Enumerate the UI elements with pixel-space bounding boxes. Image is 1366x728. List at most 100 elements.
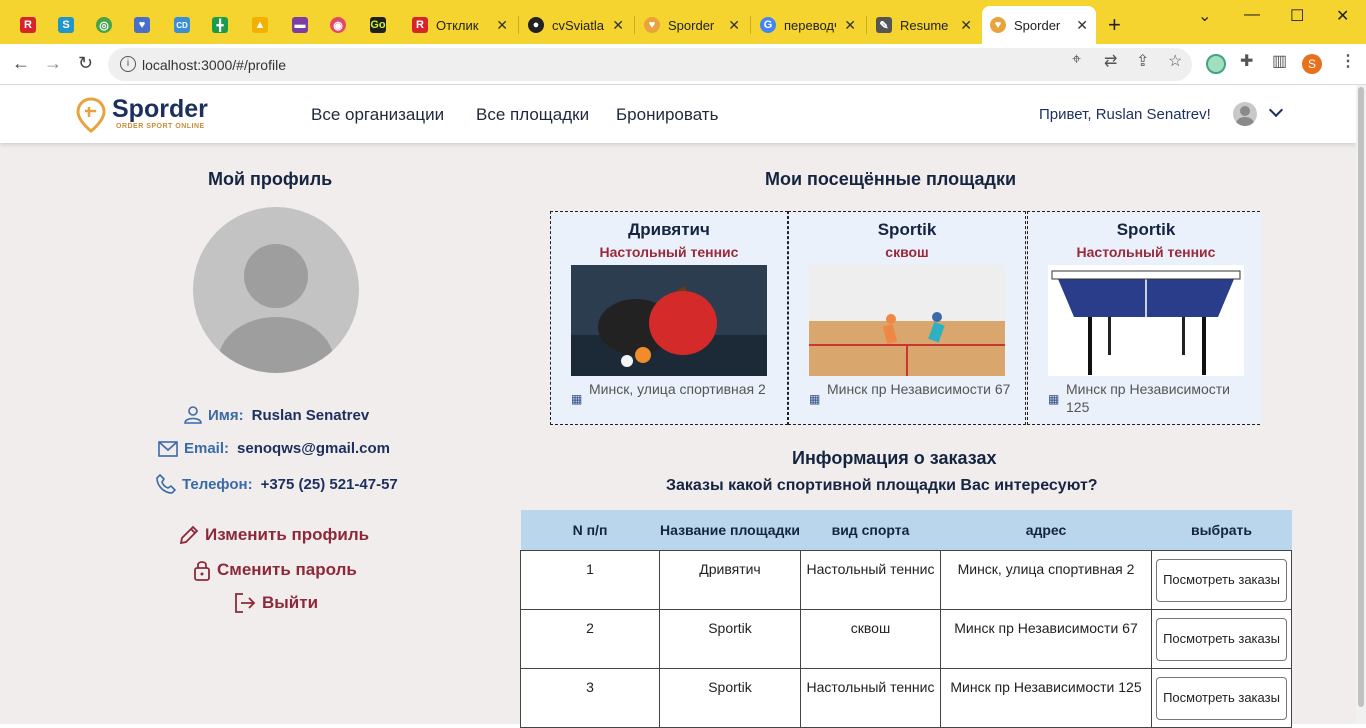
extensions-puzzle-icon[interactable]: ✚ [1240,51,1253,71]
tab-divider [634,16,635,34]
share-icon[interactable]: ⇪ [1136,51,1149,71]
map-icon: ▦ [1048,392,1060,406]
court-image [571,265,767,376]
close-icon[interactable]: ✕ [496,17,508,34]
table-header-row: N п/п Название площадки вид спорта адрес… [520,510,1292,550]
change-password-link[interactable]: Сменить пароль [193,559,357,581]
minimize-icon[interactable]: — [1244,6,1260,24]
name-field: Имя: Ruslan Senatrev [184,406,369,424]
sporder-icon: ♥ [990,17,1006,33]
close-icon[interactable]: ✕ [612,17,624,34]
column-header: адрес [940,510,1152,550]
court-card[interactable]: Дривятич Настольный теннис ▦ Минск, улиц… [550,211,788,425]
change-password-label: Сменить пароль [217,560,357,579]
court-card[interactable]: Sportik Настольный теннис ▦ Минск пр Нез… [1027,211,1262,425]
sporder-icon: ♥ [644,17,660,33]
github-icon: ● [528,17,544,33]
pinned-tab[interactable]: R [12,6,46,44]
forward-icon[interactable]: → [44,53,62,74]
phone-field: Телефон: +375 (25) 521-47-57 [156,474,398,494]
chevron-down-icon[interactable] [1268,102,1284,118]
close-icon[interactable]: ✕ [960,17,972,34]
view-orders-button[interactable]: Посмотреть заказы [1156,558,1287,602]
window-close-icon[interactable]: ✕ [1336,6,1349,26]
orders-title: Информация о заказах [792,448,997,468]
row-sport: Настольный теннис [800,667,941,728]
logout-label: Выйти [262,593,319,612]
browser-tab[interactable]: ♥ Sporder ✕ [636,6,748,44]
url-text: localhost:3000/#/profile [142,56,286,73]
scrollbar-thumb[interactable] [1358,87,1364,707]
app-icon: Go [370,17,386,33]
menu-kebab-icon[interactable]: ⋮ [1340,51,1356,71]
reload-icon[interactable]: ↻ [78,53,93,74]
pinned-tab[interactable]: CD [166,6,200,44]
side-panel-icon[interactable]: ▥ [1272,51,1287,71]
phone-value: +375 (25) 521-47-57 [260,475,398,493]
column-header: Название площадки [659,510,801,550]
extension-icon[interactable] [1206,54,1226,74]
column-header: выбрать [1151,510,1292,550]
pinned-tab[interactable]: Go [362,6,396,44]
pinned-tab[interactable]: ♥ [126,6,160,44]
browser-tab-active[interactable]: ♥ Sporder ✕ [982,6,1096,44]
name-value: Ruslan Senatrev [251,406,370,424]
close-icon[interactable]: ✕ [1076,17,1088,34]
email-value: senoqws@gmail.com [237,440,391,457]
nav-book[interactable]: Бронировать [616,105,718,125]
tab-divider [518,16,519,34]
logout-link[interactable]: Выйти [234,593,318,613]
lock-icon [194,561,210,581]
new-tab-icon[interactable]: + [1108,12,1121,38]
logo-text[interactable]: Sporder [112,95,208,124]
browser-tab[interactable]: ✎ Resume ✕ [868,6,980,44]
back-icon[interactable]: ← [12,53,30,74]
pinned-tab[interactable]: S [50,6,84,44]
address-bar[interactable]: i localhost:3000/#/profile [108,48,1192,81]
tab-title: Sporder [1014,17,1061,33]
pinned-tab[interactable]: ▲ [244,6,278,44]
pinned-tab[interactable]: ╋ [204,6,238,44]
browser-tab[interactable]: ● cvSviatlan ✕ [520,6,632,44]
row-address: Минск пр Независимости 67 [940,608,1152,669]
court-sport: Настольный теннис [1076,244,1216,260]
translate-icon[interactable]: ⇄ [1104,51,1117,71]
row-action-cell: Посмотреть заказы [1151,667,1292,728]
email-label: Email: [184,440,230,457]
row-court-name: Дривятич [659,549,801,610]
maximize-icon[interactable]: ☐ [1290,6,1304,26]
name-label: Имя: [208,406,244,424]
nav-all-courts[interactable]: Все площадки [476,105,589,125]
browser-tab[interactable]: Gпереводч ✕ [752,6,864,44]
bookmark-star-icon[interactable]: ☆ [1168,51,1182,71]
user-avatar[interactable] [1233,102,1257,126]
court-image [809,265,1005,376]
browser-tab[interactable]: R Отклик ✕ [404,6,516,44]
user-icon [184,406,202,424]
email-field: Email: senoqws@gmail.com [158,440,390,457]
map-icon: ▦ [809,392,821,406]
visited-title: Мои посещённые площадки [765,169,1017,189]
app-icon: R [412,17,428,33]
close-icon[interactable]: ✕ [844,17,856,34]
nav-all-organizations[interactable]: Все организации [311,105,444,125]
logo-pin-icon[interactable] [76,97,106,133]
pinned-tab[interactable]: ▬ [284,6,318,44]
site-info-icon[interactable]: i [120,56,136,72]
orders-table: N п/п Название площадки вид спорта адрес… [520,510,1292,728]
view-orders-button[interactable]: Посмотреть заказы [1156,617,1287,661]
profile-avatar[interactable]: S [1302,54,1322,74]
edit-profile-link[interactable]: Изменить профиль [179,525,369,545]
drive-icon: ▲ [252,17,268,33]
pinned-tab[interactable]: ◎ [88,6,122,44]
row-address: Минск пр Независимости 125 [940,667,1152,728]
page-scrollbar[interactable] [1356,85,1366,724]
view-orders-button[interactable]: Посмотреть заказы [1156,676,1287,720]
court-sport: Настольный теннис [599,244,739,260]
pinned-tab[interactable]: ◉ [322,6,356,44]
close-icon[interactable]: ✕ [728,17,740,34]
court-card[interactable]: Sportik сквош ▦ Минск пр Независимости 6… [788,211,1026,425]
tab-search-icon[interactable]: ⌄ [1198,6,1211,26]
app-icon: ◉ [330,17,346,33]
location-icon[interactable]: ⌖ [1072,51,1081,69]
